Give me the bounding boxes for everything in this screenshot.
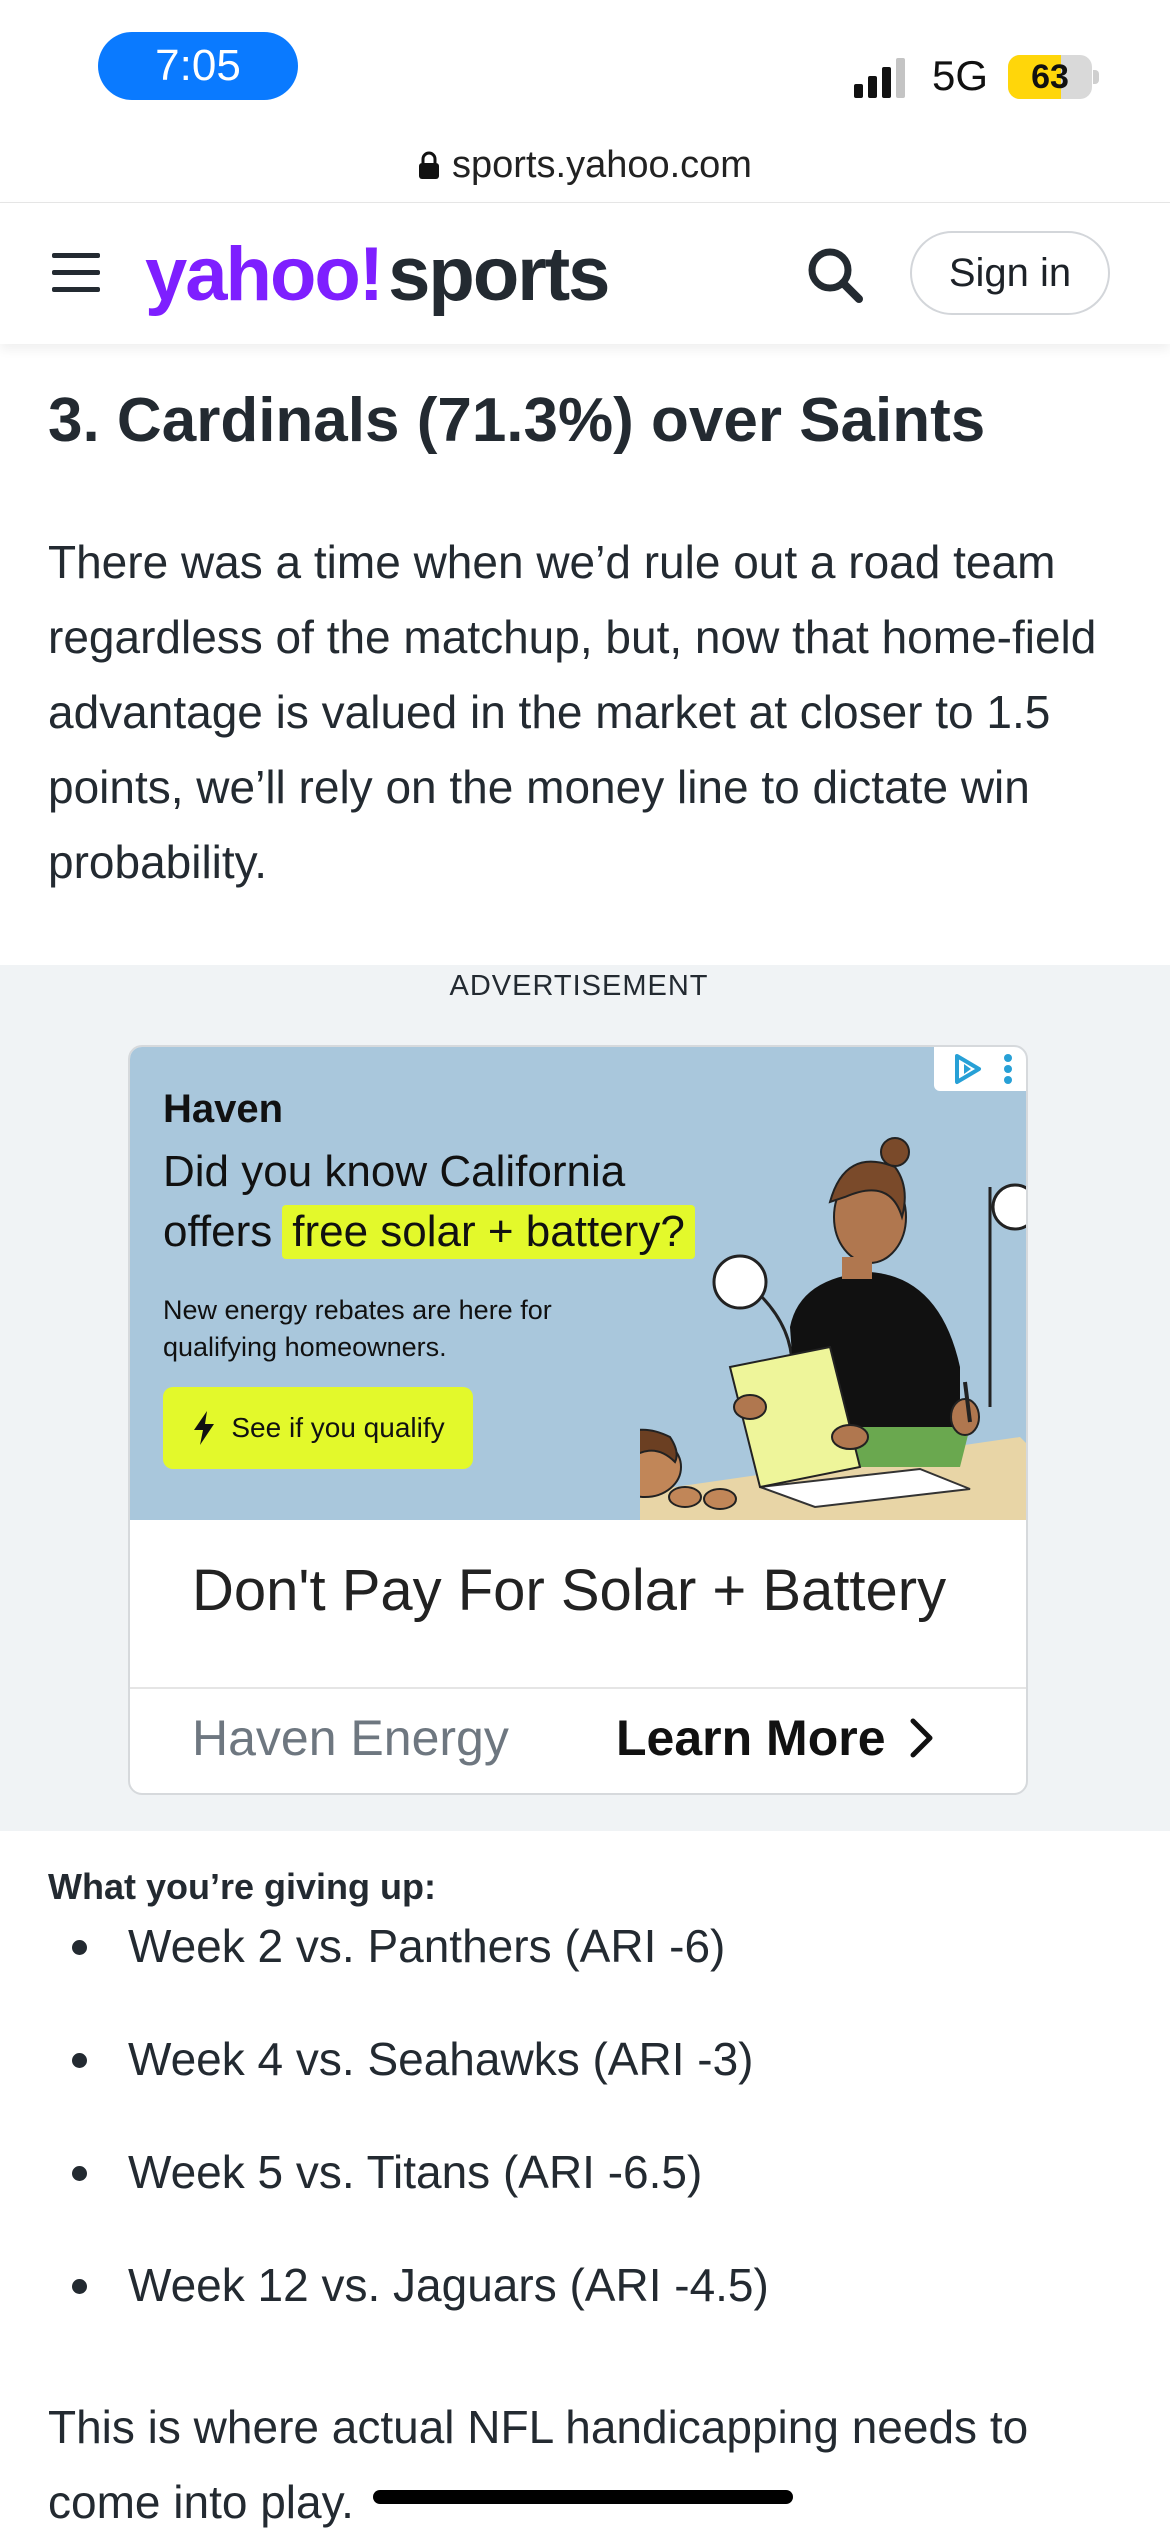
ad-card[interactable]: Haven Did you know California offers fre… <box>128 1045 1028 1795</box>
list-item-text: Week 2 vs. Panthers (ARI -6) <box>128 1920 726 1972</box>
list-item-text: Week 12 vs. Jaguars (ARI -4.5) <box>128 2259 769 2311</box>
ad-title[interactable]: Don't Pay For Solar + Battery <box>192 1557 946 1624</box>
ad-label: ADVERTISEMENT <box>449 970 709 1002</box>
list-item: Week 12 vs. Jaguars (ARI -4.5) <box>48 2247 1138 2360</box>
ad-advertiser: Haven Energy <box>192 1710 509 1766</box>
battery-level: 63 <box>1031 57 1069 96</box>
network-type: 5G <box>932 52 989 99</box>
giving-up-label: What you’re giving up: <box>48 1866 436 1907</box>
signal-strength-icon <box>854 58 905 98</box>
bullet-icon <box>72 2166 87 2181</box>
list-item-text: Week 5 vs. Titans (ARI -6.5) <box>128 2146 703 2198</box>
list-item-text: Week 4 vs. Seahawks (ARI -3) <box>128 2033 754 2085</box>
more-options-icon[interactable] <box>1002 1052 1014 1086</box>
url-text: sports.yahoo.com <box>452 143 752 186</box>
article-subheading: 3. Cardinals (71.3%) over Saints <box>48 386 986 455</box>
battery-cap <box>1093 70 1099 84</box>
learn-more-label: Learn More <box>616 1710 886 1766</box>
ad-divider <box>130 1687 1026 1689</box>
address-bar[interactable]: sports.yahoo.com <box>0 130 1170 200</box>
bullet-icon <box>72 2279 87 2294</box>
ad-cta-button[interactable]: See if you qualify <box>163 1387 473 1469</box>
ad-headline-line2: offers free solar + battery? <box>163 1205 695 1259</box>
ad-headline-line1: Did you know California <box>163 1147 626 1196</box>
list-item: Week 2 vs. Panthers (ARI -6) <box>48 1908 1138 2021</box>
adchoices-icon[interactable] <box>951 1052 985 1086</box>
logo-yahoo: yahoo! <box>145 231 384 317</box>
list-item: Week 5 vs. Titans (ARI -6.5) <box>48 2134 1138 2247</box>
article-paragraph: There was a time when we’d rule out a ro… <box>48 536 1097 888</box>
ad-illustration <box>640 1137 1026 1520</box>
ad-headline-prefix: offers <box>163 1207 273 1256</box>
list-item: Week 4 vs. Seahawks (ARI -3) <box>48 2021 1138 2134</box>
ad-headline-highlight: free solar + battery? <box>282 1205 695 1259</box>
logo-sports: sports <box>388 231 610 317</box>
battery-icon: 63 <box>1008 55 1092 99</box>
bullet-icon <box>72 2053 87 2068</box>
search-icon[interactable] <box>805 245 865 305</box>
bullet-icon <box>72 1940 87 1955</box>
status-time: 7:05 <box>98 32 298 100</box>
lock-icon <box>419 151 440 179</box>
ad-cta-label: See if you qualify <box>231 1412 445 1443</box>
status-bar: 7:05 5G 63 <box>0 0 1170 135</box>
menu-icon[interactable] <box>52 251 102 295</box>
ad-image[interactable]: Haven Did you know California offers fre… <box>130 1047 1026 1520</box>
learn-more-button[interactable]: Learn More <box>616 1709 936 1767</box>
giving-up-list: Week 2 vs. Panthers (ARI -6) Week 4 vs. … <box>48 1908 1138 2360</box>
ad-choices[interactable] <box>934 1047 1026 1091</box>
chevron-right-icon <box>910 1718 933 1758</box>
ad-description: New energy rebates are here for qualifyi… <box>163 1295 552 1362</box>
home-indicator[interactable] <box>373 2490 793 2504</box>
ad-brand: Haven <box>163 1087 284 1131</box>
sign-in-button[interactable]: Sign in <box>910 231 1110 315</box>
lightning-bolt-icon <box>194 1411 215 1445</box>
closing-paragraph: This is where actual NFL handicapping ne… <box>48 2401 1029 2528</box>
site-header: yahoo! sports Sign in <box>0 202 1170 344</box>
yahoo-sports-logo[interactable]: yahoo! sports <box>145 229 610 319</box>
